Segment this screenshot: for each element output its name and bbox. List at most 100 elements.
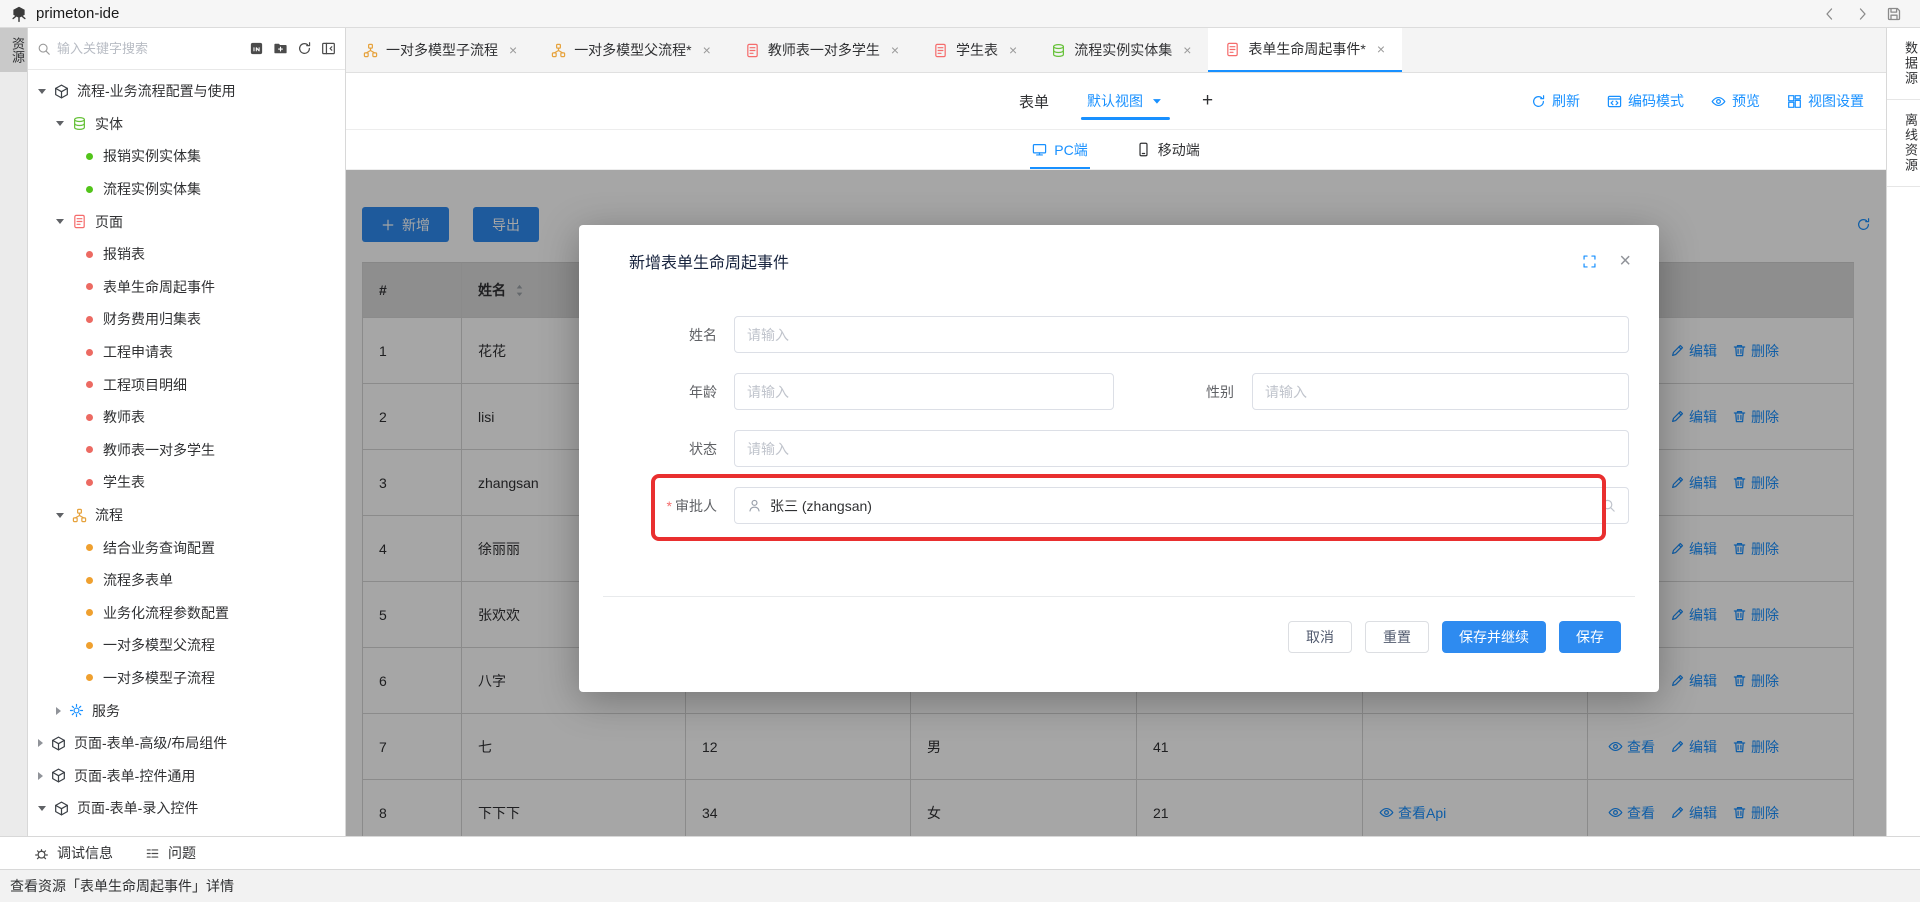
collapse-arrow-icon[interactable] [38, 739, 43, 747]
modal-header: 新增表单生命周起事件 × [579, 225, 1659, 273]
tree-item[interactable]: 实体 [28, 108, 345, 141]
editor-tabbar: 一对多模型子流程×一对多模型父流程*×教师表一对多学生×学生表×流程实例实体集×… [346, 28, 1886, 73]
tree-item[interactable]: 财务费用归集表 [28, 303, 345, 336]
age-field-input[interactable] [734, 373, 1114, 410]
tree-item[interactable]: 报销表 [28, 238, 345, 271]
titlebar: primeton-ide [0, 0, 1920, 28]
tab-close-icon[interactable]: × [891, 42, 899, 58]
form-tab-icon [1225, 42, 1240, 57]
expand-arrow-icon[interactable] [56, 219, 64, 224]
tab-label: 教师表一对多学生 [768, 40, 880, 60]
fullscreen-button[interactable] [1582, 254, 1597, 269]
resource-dot-red [86, 349, 93, 356]
device-tab-monitor[interactable]: PC端 [1032, 130, 1087, 169]
editor-tab[interactable]: 一对多模型父流程*× [534, 28, 728, 72]
gender-field-input[interactable] [1252, 373, 1629, 410]
main-area: 一对多模型子流程×一对多模型父流程*×教师表一对多学生×学生表×流程实例实体集×… [346, 28, 1886, 836]
resource-dot-orange [86, 544, 93, 551]
debug-info-tab[interactable]: 调试信息 [34, 843, 113, 863]
editor-tab[interactable]: 教师表一对多学生 × [728, 28, 916, 72]
refresh-tree-icon[interactable] [297, 41, 312, 56]
search-input[interactable] [57, 41, 243, 56]
add-view-button[interactable]: + [1202, 90, 1213, 112]
tree-item[interactable]: 教师表一对多学生 [28, 434, 345, 467]
device-tab-phone[interactable]: 移动端 [1136, 130, 1200, 169]
problems-tab[interactable]: 问题 [145, 843, 196, 863]
editor-tab[interactable]: 一对多模型子流程× [346, 28, 534, 72]
caret-down-icon [1150, 94, 1164, 108]
cancel-button[interactable]: 取消 [1288, 621, 1352, 653]
save-icon[interactable] [1886, 6, 1902, 22]
tree-item[interactable]: 报销实例实体集 [28, 140, 345, 173]
collapse-panel-icon[interactable] [321, 41, 336, 56]
field-row-age-gender: 年龄 性别 [579, 373, 1629, 410]
status-field-input[interactable] [734, 430, 1629, 467]
tab-close-icon[interactable]: × [509, 42, 517, 58]
name-field-input[interactable] [734, 316, 1629, 353]
tab-label: 流程实例实体集 [1074, 40, 1172, 60]
tab-form[interactable]: 表单 [1019, 91, 1049, 112]
tree-item[interactable]: 业务化流程参数配置 [28, 597, 345, 630]
rail-tab-offline-resource[interactable]: 离线资源 [1887, 100, 1920, 187]
collapse-arrow-icon[interactable] [38, 772, 43, 780]
tab-label: 表单生命周起事件* [1248, 39, 1365, 59]
reset-button[interactable]: 重置 [1365, 621, 1429, 653]
tree-item-label: 结合业务查询配置 [103, 538, 215, 558]
expand-arrow-icon[interactable] [56, 513, 64, 518]
nav-forward-icon[interactable] [1854, 6, 1870, 22]
tree-item-label: 工程项目明细 [103, 375, 187, 395]
rail-tab-datasource[interactable]: 数据源 [1887, 28, 1920, 100]
toolbar-action-code[interactable]: 编码模式 [1607, 91, 1684, 111]
toolbar-action-eye[interactable]: 预览 [1711, 91, 1760, 111]
search-user-icon[interactable] [1601, 498, 1616, 513]
save-continue-button[interactable]: 保存并继续 [1442, 621, 1546, 653]
tree-item[interactable]: 流程实例实体集 [28, 173, 345, 206]
tree-item[interactable]: 工程项目明细 [28, 368, 345, 401]
tab-close-icon[interactable]: × [703, 42, 711, 58]
tab-close-icon[interactable]: × [1009, 42, 1017, 58]
person-icon [747, 498, 762, 513]
expand-arrow-icon[interactable] [56, 121, 64, 126]
tree-item[interactable]: 页面-表单-高级/布局组件 [28, 727, 345, 760]
tree-item[interactable]: 学生表 [28, 466, 345, 499]
tab-close-icon[interactable]: × [1377, 41, 1385, 57]
toolbar-action-refresh[interactable]: 刷新 [1531, 91, 1580, 111]
new-folder-icon[interactable] [273, 41, 288, 56]
editor-tab[interactable]: 学生表× [916, 28, 1034, 72]
tree-item[interactable]: 流程 [28, 499, 345, 532]
editor-tab[interactable]: 流程实例实体集 × [1034, 28, 1208, 72]
editor-tab[interactable]: 表单生命周起事件* × [1208, 28, 1402, 72]
form-tab-icon [933, 43, 948, 58]
tab-default-view[interactable]: 默认视图 [1087, 73, 1164, 129]
tab-close-icon[interactable]: × [1183, 42, 1191, 58]
tree-item[interactable]: 流程-业务流程配置与使用 [28, 75, 345, 108]
tree-item[interactable]: 表单生命周起事件 [28, 271, 345, 304]
locate-resource-icon[interactable] [249, 41, 264, 56]
tree-item[interactable]: 流程多表单 [28, 564, 345, 597]
resource-dot-red [86, 446, 93, 453]
resource-dot-red [86, 414, 93, 421]
tree-item[interactable]: 服务 [28, 694, 345, 727]
resource-dot-red [86, 381, 93, 388]
save-button[interactable]: 保存 [1559, 621, 1621, 653]
collapse-arrow-icon[interactable] [56, 707, 61, 715]
tree-item[interactable]: 页面 [28, 205, 345, 238]
flow-tab-icon [363, 43, 378, 58]
tree-item[interactable]: 教师表 [28, 401, 345, 434]
approver-field-input[interactable]: 张三 (zhangsan) [734, 487, 1629, 524]
rail-tab-resources[interactable]: 资源 [0, 28, 27, 72]
tree-item[interactable]: 结合业务查询配置 [28, 531, 345, 564]
toolbar-action-grid[interactable]: 视图设置 [1787, 91, 1864, 111]
nav-back-icon[interactable] [1822, 6, 1838, 22]
tree-item[interactable]: 一对多模型父流程 [28, 629, 345, 662]
modal-close-icon[interactable]: × [1619, 251, 1631, 271]
resource-dot-green [86, 186, 93, 193]
tree-item[interactable]: 页面-表单-录入控件 [28, 792, 345, 825]
name-field-label: 姓名 [579, 325, 717, 345]
tree-item[interactable]: 一对多模型子流程 [28, 662, 345, 695]
tree-item-label: 教师表一对多学生 [103, 440, 215, 460]
tree-item[interactable]: 工程申请表 [28, 336, 345, 369]
tree-item[interactable]: 页面-表单-控件通用 [28, 759, 345, 792]
expand-arrow-icon[interactable] [38, 89, 46, 94]
expand-arrow-icon[interactable] [38, 806, 46, 811]
